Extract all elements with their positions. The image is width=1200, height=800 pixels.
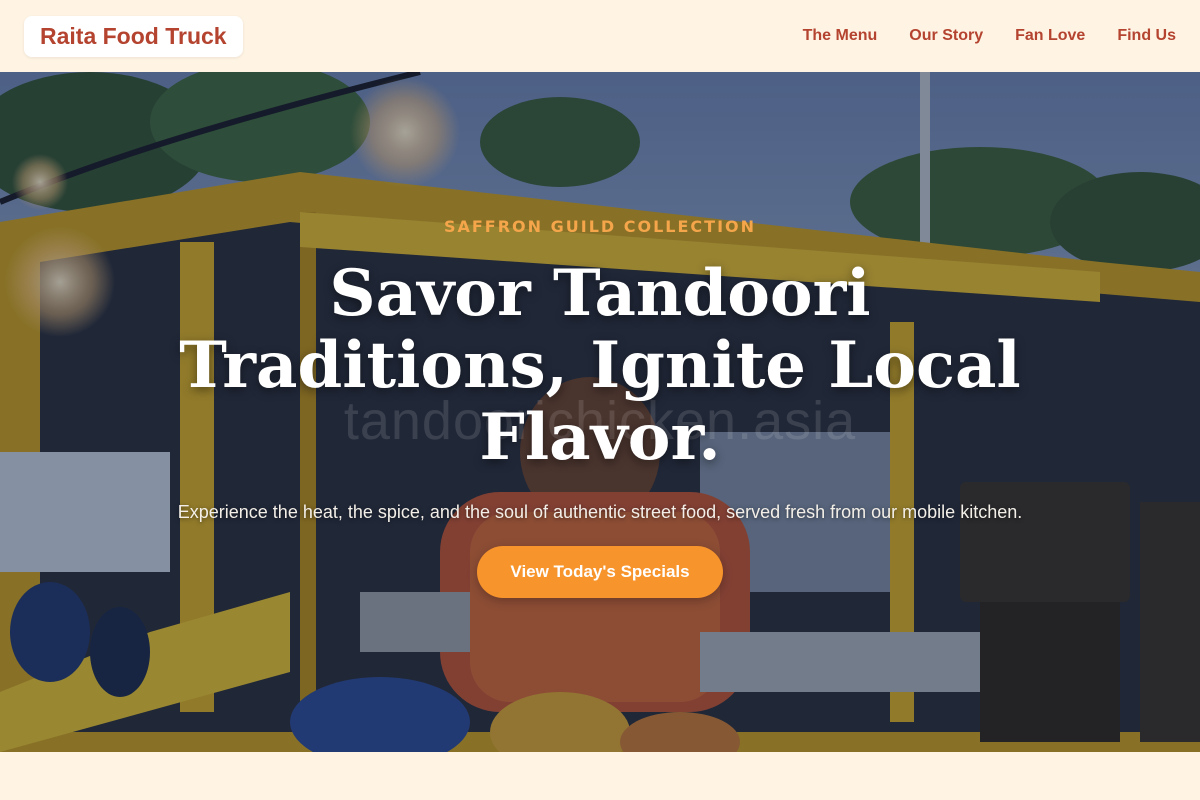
hero-subtext: Experience the heat, the spice, and the …: [177, 502, 1023, 522]
hero-content: SAFFRON GUILD COLLECTION Savor Tandoori …: [0, 72, 1200, 752]
nav-link-the-menu[interactable]: The Menu: [803, 27, 878, 45]
hero-headline: Savor Tandoori Traditions, Ignite Local …: [179, 256, 1021, 475]
main-nav: The Menu Our Story Fan Love Find Us: [803, 27, 1176, 45]
nav-link-find-us[interactable]: Find Us: [1117, 27, 1176, 45]
brand-name: Raita Food Truck: [40, 22, 227, 49]
nav-link-fan-love[interactable]: Fan Love: [1015, 27, 1085, 45]
view-specials-button[interactable]: View Today's Specials: [477, 546, 723, 598]
hero-eyebrow: SAFFRON GUILD COLLECTION: [443, 217, 757, 236]
site-header: Raita Food Truck The Menu Our Story Fan …: [0, 0, 1200, 72]
brand-logo[interactable]: Raita Food Truck: [24, 15, 243, 57]
nav-link-our-story[interactable]: Our Story: [909, 27, 983, 45]
next-section: [0, 752, 1200, 800]
